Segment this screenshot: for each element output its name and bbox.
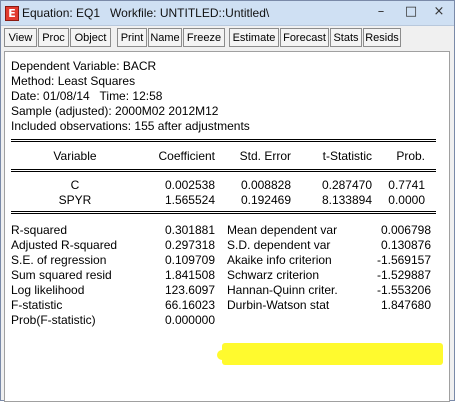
stat-value: 0.006798 xyxy=(380,223,431,237)
minimize-button[interactable]: – xyxy=(371,3,391,21)
stat-value: 0.000000 xyxy=(164,313,215,327)
stat-label: Schwarz criterion xyxy=(227,268,320,282)
stat-label: S.D. dependent var xyxy=(227,238,331,252)
print-button[interactable]: Print xyxy=(117,28,147,47)
column-header-coefficient: Coefficient xyxy=(158,149,215,163)
rule-mid-1 xyxy=(11,169,436,170)
equation-window: E Equation: EQ1 Workfile: UNTITLED::Unti… xyxy=(0,0,455,402)
stat-label: Sum squared resid xyxy=(11,268,112,282)
stats-button[interactable]: Stats xyxy=(330,28,362,47)
stat-value: 0.130876 xyxy=(380,238,431,252)
view-button[interactable]: View xyxy=(4,28,37,47)
freeze-button[interactable]: Freeze xyxy=(183,28,225,47)
stat-value: -1.569157 xyxy=(376,253,431,267)
stat-value: 123.6097 xyxy=(164,283,215,297)
proc-button[interactable]: Proc xyxy=(38,28,69,47)
table-cell-std-error: 0.008828 xyxy=(240,178,291,192)
stat-label: Log likelihood xyxy=(11,283,85,297)
forecast-button[interactable]: Forecast xyxy=(280,28,329,47)
table-cell-coefficient: 0.002538 xyxy=(164,178,215,192)
stat-label: R-squared xyxy=(11,223,68,237)
stat-value: 0.109709 xyxy=(164,253,215,267)
stat-value: -1.529887 xyxy=(376,268,431,282)
window-title: Equation: EQ1 Workfile: UNTITLED::Untitl… xyxy=(22,6,270,20)
table-cell-std-error: 0.192469 xyxy=(240,193,291,207)
rule-bottom-2 xyxy=(11,213,436,214)
stat-label: Prob(F-statistic) xyxy=(11,313,96,327)
stat-value: 1.847680 xyxy=(380,298,431,312)
table-cell-prob: 0.0000 xyxy=(388,193,425,207)
rule-top-2 xyxy=(11,141,436,142)
date-time-line: Date: 01/08/14 Time: 12:58 xyxy=(11,89,163,103)
column-header-prob: Prob. xyxy=(396,149,425,163)
table-cell-prob: 0.7741 xyxy=(388,178,425,192)
stat-label: F-statistic xyxy=(11,298,63,312)
stat-label: Adjusted R-squared xyxy=(11,238,118,252)
stat-value: -1.553206 xyxy=(376,283,431,297)
stat-label: Hannan-Quinn criter. xyxy=(227,283,338,297)
title-bar[interactable]: E Equation: EQ1 Workfile: UNTITLED::Unti… xyxy=(1,1,454,26)
resids-button[interactable]: Resids xyxy=(363,28,401,47)
column-header-std-error: Std. Error xyxy=(239,149,291,163)
eviews-app-icon: E xyxy=(5,6,19,21)
dependent-variable-line: Dependent Variable: BACR xyxy=(11,59,157,73)
column-header-variable: Variable xyxy=(53,149,97,163)
rule-top-1 xyxy=(11,139,436,140)
stat-value: 0.301881 xyxy=(164,223,215,237)
table-cell-coefficient: 1.565524 xyxy=(164,193,215,207)
stat-label: S.E. of regression xyxy=(11,253,107,267)
object-button[interactable]: Object xyxy=(70,28,111,47)
close-button[interactable]: × xyxy=(429,3,449,21)
table-cell-variable: C xyxy=(70,178,80,192)
estimate-button[interactable]: Estimate xyxy=(229,28,279,47)
restore-button[interactable]: □ xyxy=(401,3,421,21)
stat-label: Akaike info criterion xyxy=(227,253,332,267)
rule-bottom-1 xyxy=(11,211,436,212)
stat-value: 0.297318 xyxy=(164,238,215,252)
table-cell-variable: SPYR xyxy=(58,193,92,207)
method-line: Method: Least Squares xyxy=(11,74,136,88)
estimation-output[interactable]: Dependent Variable: BACR Method: Least S… xyxy=(4,51,450,402)
stat-label: Mean dependent var xyxy=(227,223,338,237)
rule-mid-2 xyxy=(11,171,436,172)
yellow-highlight-mark xyxy=(222,343,443,365)
stat-value: 66.16023 xyxy=(164,298,215,312)
stat-label: Durbin-Watson stat xyxy=(227,298,330,312)
observations-line: Included observations: 155 after adjustm… xyxy=(11,119,250,133)
sample-line: Sample (adjusted): 2000M02 2012M12 xyxy=(11,104,219,118)
name-button[interactable]: Name xyxy=(148,28,182,47)
stat-value: 1.841508 xyxy=(164,268,215,282)
